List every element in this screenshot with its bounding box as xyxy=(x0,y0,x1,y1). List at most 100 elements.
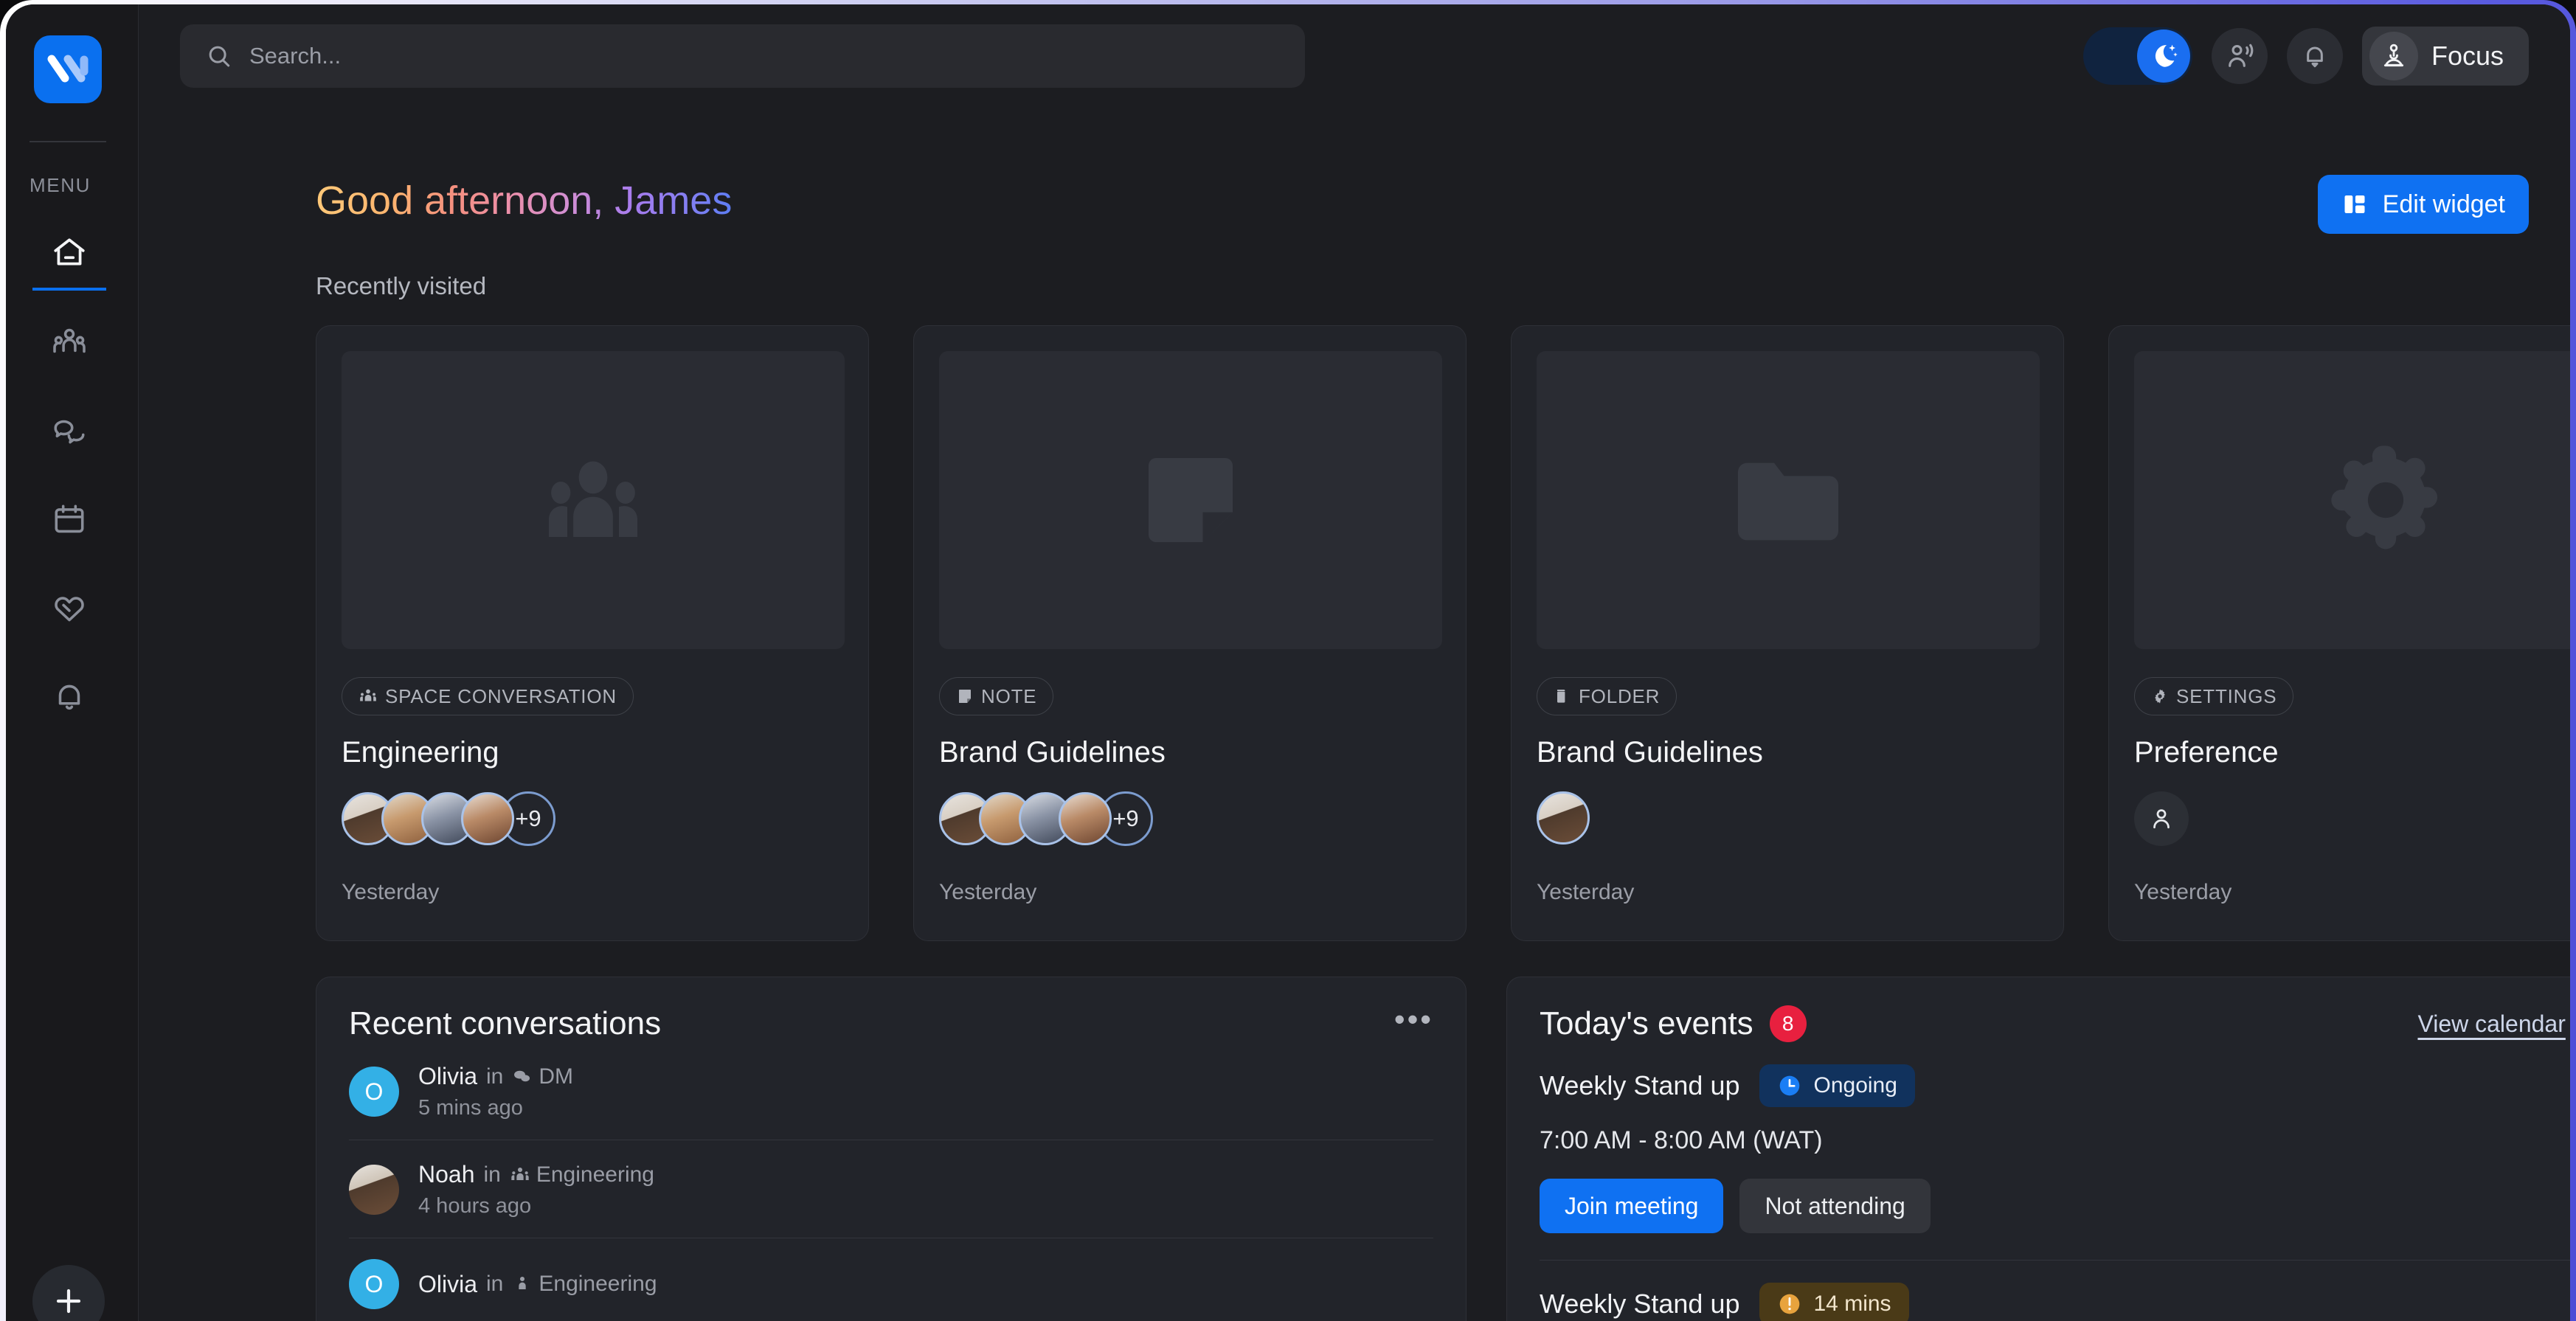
conversation-in-word: in xyxy=(483,1162,501,1187)
left-sidebar: MENU xyxy=(6,4,139,1321)
event-status-badge: 14 mins xyxy=(1759,1283,1909,1321)
list-item-title: Olivia in DM xyxy=(418,1063,573,1090)
card-type-badge-label: FOLDER xyxy=(1579,684,1661,707)
list-item[interactable]: O Olivia in Engineering xyxy=(349,1238,1433,1321)
card-type-badge: NOTE xyxy=(939,677,1054,715)
card-timestamp: Yesterday xyxy=(939,880,1037,904)
sidebar-item-notifications[interactable] xyxy=(32,661,106,733)
avatar xyxy=(1059,792,1112,845)
avatar: O xyxy=(349,1259,399,1309)
status-badge: 8 xyxy=(1769,1005,1807,1042)
join-meeting-button[interactable]: Join meeting xyxy=(1540,1179,1724,1233)
conversation-context: Engineering xyxy=(510,1162,654,1187)
focus-icon-wrap xyxy=(2369,32,2418,80)
sidebar-divider xyxy=(30,141,106,142)
sidebar-item-conversations[interactable] xyxy=(32,395,106,468)
card-member-avatars[interactable] xyxy=(2134,791,2570,846)
panel-header: Recent conversations ••• xyxy=(349,1003,1433,1042)
event-item: Weekly Stand up Ongoing 7:00 AM - 8:00 A… xyxy=(1540,1042,2570,1261)
card-title: Engineering xyxy=(342,736,499,769)
event-time: 7:00 AM - 8:00 AM (WAT) xyxy=(1540,1126,1823,1154)
conversation-context: DM xyxy=(512,1064,573,1089)
notifications-button[interactable] xyxy=(2286,28,2343,84)
view-calendar-link[interactable]: View calendar xyxy=(2417,1010,2565,1038)
recently-visited-card[interactable]: SPACE CONVERSATION Engineering +9 Yester… xyxy=(316,325,869,941)
search-placeholder: Search... xyxy=(249,43,342,69)
list-item-meta: Olivia in DM 5 mins ago xyxy=(418,1063,573,1120)
sidebar-item-favorites[interactable] xyxy=(32,572,106,645)
list-item-title: Olivia in Engineering xyxy=(418,1271,657,1298)
recently-visited-card[interactable]: FOLDER Brand Guidelines Yesterday xyxy=(1511,325,2064,941)
app-logo-w-mark xyxy=(47,55,89,83)
app-window: MENU Search... Focus Good afternoon, Jam… xyxy=(6,4,2570,1321)
avatar-initial: O xyxy=(364,1078,384,1105)
app-logo[interactable] xyxy=(34,35,102,103)
card-timestamp: Yesterday xyxy=(342,880,440,904)
presence-button[interactable] xyxy=(2211,28,2268,84)
recently-visited-card[interactable]: NOTE Brand Guidelines +9 Yesterday xyxy=(913,325,1467,941)
avatar xyxy=(349,1165,399,1215)
gear-icon xyxy=(2155,689,2165,704)
create-new-button[interactable] xyxy=(32,1265,105,1321)
focus-button[interactable]: Focus xyxy=(2361,27,2529,86)
meditating-person-icon xyxy=(2383,44,2404,67)
conversation-timestamp: 5 mins ago xyxy=(418,1096,523,1120)
card-title: Brand Guidelines xyxy=(1537,736,1763,769)
clock-warning-icon xyxy=(1779,1294,1799,1314)
home-icon xyxy=(54,238,85,266)
todays-events-panel: Today's events 8 View calendar ••• Weekl… xyxy=(1506,977,2570,1321)
panel-header: Today's events 8 View calendar ••• xyxy=(1540,1005,2570,1042)
card-thumbnail xyxy=(2134,351,2570,649)
search-icon xyxy=(209,46,230,67)
note-placeholder xyxy=(1149,458,1233,542)
card-thumbnail xyxy=(342,351,845,649)
main-content: Search... Focus Good afternoon, James Ed… xyxy=(139,4,2570,1321)
people-group-placeholder xyxy=(549,461,637,537)
chat-bubbles-icon xyxy=(54,420,85,444)
card-member-avatars[interactable]: +9 xyxy=(939,791,1441,846)
card-member-avatars[interactable] xyxy=(1537,791,2038,845)
panel-title: Recent conversations xyxy=(349,1005,662,1041)
card-type-badge-label: SETTINGS xyxy=(2176,684,2277,707)
people-group-icon xyxy=(53,328,86,353)
layout-panels-icon xyxy=(2344,195,2365,213)
not-attending-button[interactable]: Not attending xyxy=(1739,1179,1931,1233)
person-broadcast-icon xyxy=(2229,44,2254,67)
edit-widget-label: Edit widget xyxy=(2382,190,2505,218)
card-type-badge: SPACE CONVERSATION xyxy=(342,677,634,715)
avatar xyxy=(1537,791,1590,845)
event-status-label: 14 mins xyxy=(1813,1291,1891,1316)
people-group-icon xyxy=(360,689,376,701)
card-member-avatars[interactable]: +9 xyxy=(342,791,843,846)
event-actions: Join meeting Not attending xyxy=(1540,1179,2570,1233)
folder-placeholder xyxy=(1738,462,1838,541)
sidebar-item-home[interactable] xyxy=(32,218,106,291)
sidebar-item-spaces[interactable] xyxy=(32,307,106,379)
panel-title: Today's events 8 xyxy=(1540,1005,1807,1042)
conversation-author: Olivia xyxy=(418,1063,478,1089)
chat-bubbles-icon xyxy=(514,1070,530,1081)
dark-mode-toggle[interactable] xyxy=(2082,27,2192,85)
recent-conversations-more-button[interactable]: ••• xyxy=(1394,1003,1433,1035)
top-bar: Search... Focus xyxy=(139,4,2570,108)
card-type-badge: SETTINGS xyxy=(2134,677,2294,715)
sidebar-item-calendar[interactable] xyxy=(32,484,106,556)
dark-mode-toggle-knob xyxy=(2136,30,2190,83)
sidebar-menu-label: MENU xyxy=(30,174,91,196)
event-name: Weekly Stand up xyxy=(1540,1289,1740,1319)
edit-widget-button[interactable]: Edit widget xyxy=(2317,175,2529,234)
event-status-label: Ongoing xyxy=(1813,1073,1897,1098)
gear-placeholder xyxy=(2331,445,2438,549)
list-item[interactable]: Noah in Engineering 4 hours ago xyxy=(349,1140,1433,1238)
conversation-in-word: in xyxy=(486,1272,504,1296)
avatar: O xyxy=(349,1067,399,1117)
card-timestamp: Yesterday xyxy=(2134,880,2232,904)
search-input[interactable]: Search... xyxy=(180,24,1305,88)
card-type-badge-label: SPACE CONVERSATION xyxy=(385,684,617,707)
top-bar-actions: Focus xyxy=(2082,27,2529,86)
recently-visited-card[interactable]: SETTINGS Preference Yesterday xyxy=(2108,325,2570,941)
panel-actions: ••• xyxy=(1394,1003,1433,1035)
conversation-author: Olivia xyxy=(418,1270,478,1297)
list-item[interactable]: O Olivia in DM 5 mins ago xyxy=(349,1042,1433,1140)
event-item: Weekly Stand up 14 mins xyxy=(1540,1261,2570,1321)
